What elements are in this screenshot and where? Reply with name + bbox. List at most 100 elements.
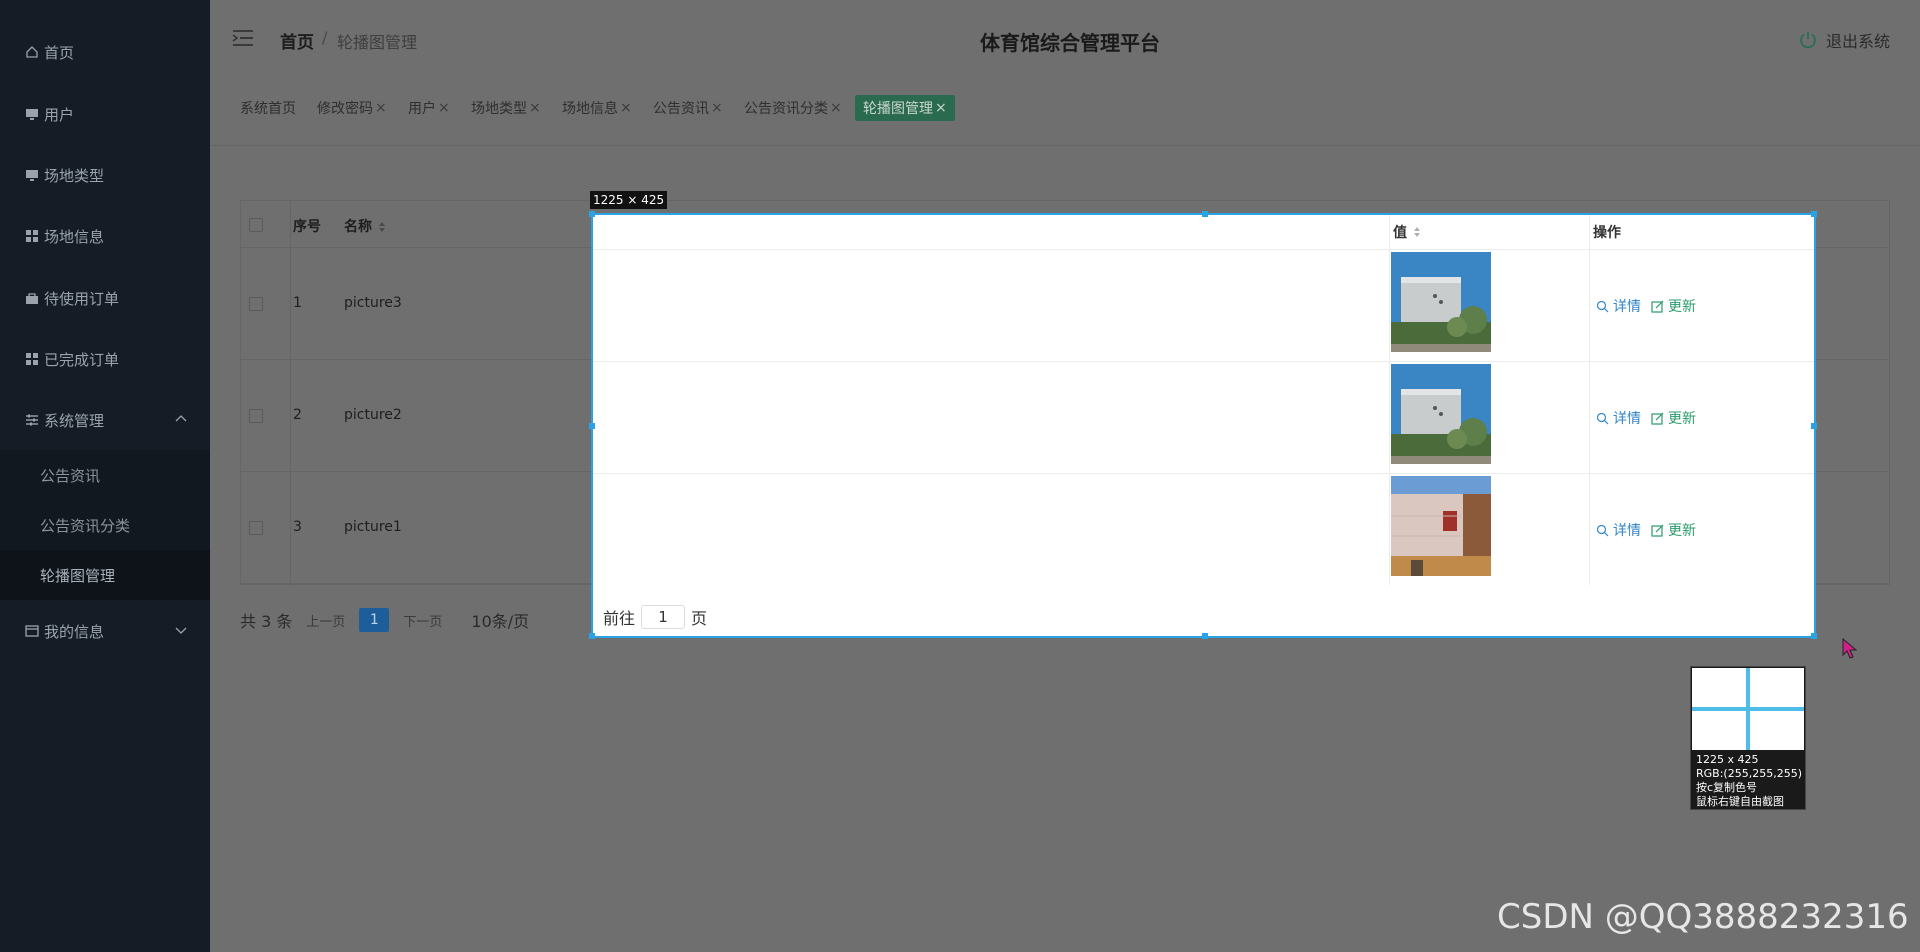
tag-label: 轮播图管理	[863, 101, 933, 117]
sidebar: 首页 用户 场地类型 场地信息 待使用订单 已完成订单 系统管理 公告资讯 公告…	[0, 0, 210, 952]
detail-label: 详情	[1613, 299, 1641, 315]
sidebar-item-system[interactable]: 系统管理	[0, 400, 210, 440]
tag-label: 修改密码	[317, 101, 373, 117]
sidebar-item-completed-orders[interactable]: 已完成订单	[0, 339, 210, 379]
sidebar-item-label: 用户	[44, 105, 75, 124]
close-icon[interactable]: ×	[620, 100, 632, 116]
monitor-icon	[23, 105, 41, 123]
logout-button[interactable]: 退出系统	[1798, 28, 1890, 52]
row-checkbox[interactable]	[249, 409, 263, 423]
capture-magnifier: 1225 x 425 RGB:(255,255,255) 按c复制色号 鼠标右键…	[1690, 666, 1806, 810]
chevron-up-icon	[174, 412, 188, 426]
logout-label: 退出系统	[1825, 32, 1890, 51]
close-icon[interactable]: ×	[830, 100, 842, 116]
next-page-button[interactable]: 下一页	[403, 611, 442, 630]
page-number-button[interactable]: 1	[359, 608, 390, 632]
select-all-checkbox[interactable]	[249, 218, 263, 232]
tag-venue-type[interactable]: 场地类型 ×	[471, 95, 541, 121]
sidebar-item-my-info[interactable]: 我的信息	[0, 611, 210, 651]
menu-toggle-icon[interactable]	[232, 29, 254, 47]
tag-users[interactable]: 用户 ×	[408, 95, 450, 121]
table-row: 详情 更新	[593, 249, 1814, 361]
sidebar-item-label: 已完成订单	[44, 350, 120, 369]
update-label: 更新	[1668, 523, 1696, 539]
update-button[interactable]: 更新	[1651, 520, 1696, 540]
row-name: picture2	[344, 407, 402, 423]
row-checkbox[interactable]	[249, 297, 263, 311]
tag-home[interactable]: 系统首页	[240, 95, 296, 121]
magnifier-rgb: RGB:(255,255,255)	[1696, 767, 1802, 780]
bag-icon	[23, 289, 41, 307]
close-icon[interactable]: ×	[935, 100, 947, 116]
close-icon[interactable]: ×	[529, 100, 541, 116]
resize-handle[interactable]	[589, 633, 595, 639]
row-checkbox[interactable]	[249, 521, 263, 535]
row-name: picture3	[344, 295, 402, 311]
detail-label: 详情	[1613, 523, 1641, 539]
close-icon[interactable]: ×	[438, 100, 450, 116]
search-icon	[1596, 524, 1609, 536]
top-header: 首页 / 轮播图管理 体育馆综合管理平台 退出系统	[210, 0, 1920, 80]
search-icon	[1596, 300, 1609, 312]
sidebar-item-label: 首页	[44, 43, 75, 62]
magnifier-view	[1692, 668, 1804, 750]
row-index: 3	[293, 519, 302, 535]
crosshair-vertical	[1746, 668, 1750, 750]
col-value-label: 值	[1393, 225, 1407, 241]
close-icon[interactable]: ×	[375, 100, 387, 116]
capture-selection[interactable]: 值 操作 详情 更新 详情 更新 详情 更新 前往 1 页	[589, 211, 1817, 639]
resize-handle[interactable]	[1202, 633, 1208, 639]
resize-handle[interactable]	[589, 211, 595, 217]
col-name-header[interactable]: 名称	[344, 216, 386, 236]
sidebar-sub-announcement-categories[interactable]: 公告资讯分类	[0, 500, 210, 550]
resize-handle[interactable]	[1811, 633, 1817, 639]
tag-venue-info[interactable]: 场地信息 ×	[562, 95, 632, 121]
resize-handle[interactable]	[1811, 211, 1817, 217]
edit-icon	[1651, 300, 1664, 313]
sidebar-item-label: 待使用订单	[44, 289, 120, 308]
goto-page-input[interactable]: 1	[641, 605, 686, 629]
tag-change-password[interactable]: 修改密码 ×	[317, 95, 387, 121]
resize-handle[interactable]	[1811, 423, 1817, 429]
tag-carousel[interactable]: 轮播图管理 ×	[855, 95, 955, 121]
tag-announcement-categories[interactable]: 公告资讯分类 ×	[744, 95, 842, 121]
pagination-total: 共 3 条	[240, 612, 293, 631]
sidebar-item-label: 场地信息	[44, 227, 105, 246]
carousel-thumbnail	[1391, 252, 1491, 352]
row-index: 1	[293, 295, 302, 311]
sidebar-sub-carousel[interactable]: 轮播图管理	[0, 550, 210, 600]
sidebar-item-venue-type[interactable]: 场地类型	[0, 155, 210, 195]
search-icon	[1596, 412, 1609, 424]
magnifier-size: 1225 x 425	[1696, 753, 1759, 766]
update-button[interactable]: 更新	[1651, 408, 1696, 428]
prev-page-button[interactable]: 上一页	[306, 611, 345, 630]
sidebar-sub-announcements[interactable]: 公告资讯	[0, 450, 210, 500]
close-icon[interactable]: ×	[711, 100, 723, 116]
resize-handle[interactable]	[1202, 211, 1208, 217]
row-actions: 详情 更新	[1596, 296, 1696, 316]
page-size-select[interactable]: 10条/页	[471, 608, 529, 632]
tags-bar: 系统首页 修改密码 × 用户 × 场地类型 × 场地信息 × 公告资讯 × 公告资讯分类 ×…	[210, 80, 1920, 146]
detail-button[interactable]: 详情	[1596, 408, 1641, 428]
update-label: 更新	[1668, 299, 1696, 315]
chevron-down-icon	[174, 623, 188, 637]
tag-label: 公告资讯分类	[744, 101, 828, 117]
pagination: 共 3 条 上一页 1 下一页 10条/页	[240, 605, 529, 635]
sidebar-item-home[interactable]: 首页	[0, 32, 210, 72]
sidebar-item-users[interactable]: 用户	[0, 94, 210, 134]
edit-icon	[1651, 412, 1664, 425]
breadcrumb-home[interactable]: 首页	[280, 28, 314, 53]
resize-handle[interactable]	[589, 423, 595, 429]
sidebar-item-label: 我的信息	[44, 622, 105, 641]
detail-button[interactable]: 详情	[1596, 520, 1641, 540]
grid-icon	[23, 227, 41, 245]
update-label: 更新	[1668, 411, 1696, 427]
sidebar-item-venue-info[interactable]: 场地信息	[0, 216, 210, 256]
update-button[interactable]: 更新	[1651, 296, 1696, 316]
sidebar-item-pending-orders[interactable]: 待使用订单	[0, 278, 210, 318]
detail-button[interactable]: 详情	[1596, 296, 1641, 316]
tag-announcements[interactable]: 公告资讯 ×	[653, 95, 723, 121]
col-actions-header: 操作	[1593, 225, 1621, 241]
col-value-header[interactable]: 值	[1393, 215, 1421, 249]
row-actions: 详情 更新	[1596, 408, 1696, 428]
